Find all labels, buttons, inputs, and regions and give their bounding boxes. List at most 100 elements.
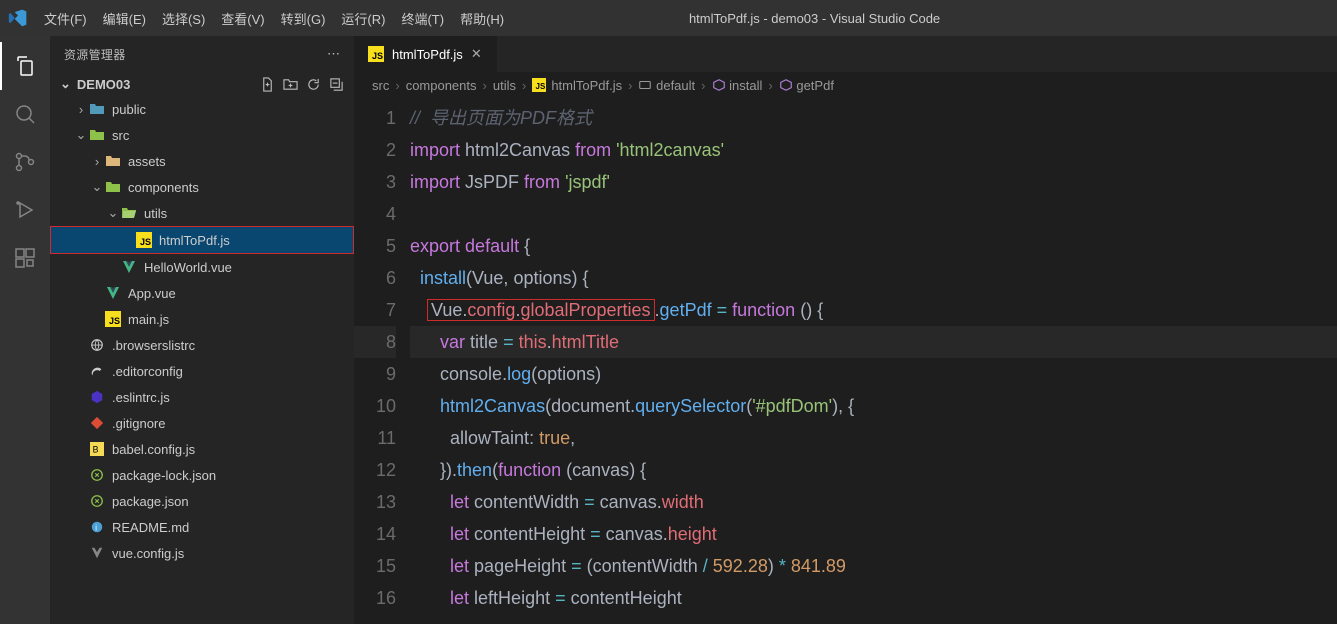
tree-item[interactable]: ⌄components <box>50 174 354 200</box>
file-icon <box>88 546 106 560</box>
breadcrumb-item[interactable]: default <box>656 78 695 93</box>
code-line[interactable]: html2Canvas(document.querySelector('#pdf… <box>410 390 1337 422</box>
code-line[interactable]: export default { <box>410 230 1337 262</box>
breadcrumb-item[interactable]: utils <box>493 78 516 93</box>
editor-tab-active[interactable]: JS htmlToPdf.js ✕ <box>354 36 497 72</box>
code-line[interactable]: var title = this.htmlTitle <box>410 326 1337 358</box>
code-line[interactable]: let contentWidth = canvas.width <box>410 486 1337 518</box>
code-line[interactable]: allowTaint: true, <box>410 422 1337 454</box>
svg-text:B: B <box>93 445 99 455</box>
close-icon[interactable]: ✕ <box>471 46 482 62</box>
tree-item[interactable]: ⌄utils <box>50 200 354 226</box>
tree-item-selected[interactable]: JShtmlToPdf.js <box>50 226 354 254</box>
new-folder-icon[interactable] <box>283 77 298 92</box>
breadcrumb-item[interactable]: install <box>729 78 762 93</box>
spacer <box>74 494 88 509</box>
file-icon <box>88 127 106 143</box>
menu-edit[interactable]: 编辑(E) <box>95 3 154 34</box>
run-debug-icon[interactable] <box>0 186 50 234</box>
code-line[interactable]: install(Vue, options) { <box>410 262 1337 294</box>
breadcrumb-item[interactable]: components <box>406 78 477 93</box>
tree-item[interactable]: .eslintrc.js <box>50 384 354 410</box>
tree-item-label: HelloWorld.vue <box>144 260 232 275</box>
extensions-icon[interactable] <box>0 234 50 282</box>
spacer <box>90 312 104 327</box>
tree-item[interactable]: package.json <box>50 488 354 514</box>
menu-view[interactable]: 查看(V) <box>213 3 272 34</box>
line-number: 6 <box>354 262 396 294</box>
breadcrumb-item[interactable]: src <box>372 78 389 93</box>
menu-selection[interactable]: 选择(S) <box>154 3 213 34</box>
tree-item[interactable]: JSmain.js <box>50 306 354 332</box>
tree-item[interactable]: iREADME.md <box>50 514 354 540</box>
breadcrumbs[interactable]: src› components› utils› JShtmlToPdf.js› … <box>354 72 1337 98</box>
code-line[interactable]: let leftHeight = contentHeight <box>410 582 1337 614</box>
tree-item[interactable]: ›public <box>50 96 354 122</box>
menu-goto[interactable]: 转到(G) <box>273 3 334 34</box>
menu-file[interactable]: 文件(F) <box>36 3 95 34</box>
tree-item[interactable]: package-lock.json <box>50 462 354 488</box>
collapse-all-icon[interactable] <box>329 77 344 92</box>
tree-item-label: .editorconfig <box>112 364 183 379</box>
code-editor[interactable]: 12345678910111213141516 // 导出页面为PDF格式imp… <box>354 98 1337 624</box>
menu-terminal[interactable]: 终端(T) <box>393 3 452 34</box>
tree-item[interactable]: .browserslistrc <box>50 332 354 358</box>
code-line[interactable]: import JsPDF from 'jspdf' <box>410 166 1337 198</box>
code-line[interactable] <box>410 198 1337 230</box>
file-icon <box>104 153 122 169</box>
code-line[interactable]: // 导出页面为PDF格式 <box>410 102 1337 134</box>
tree-item[interactable]: HelloWorld.vue <box>50 254 354 280</box>
menu-help[interactable]: 帮助(H) <box>452 3 512 34</box>
code-line[interactable]: import html2Canvas from 'html2canvas' <box>410 134 1337 166</box>
js-file-icon: JS <box>532 78 546 92</box>
tab-label: htmlToPdf.js <box>392 47 463 62</box>
code-line[interactable]: console.log(options) <box>410 358 1337 390</box>
search-icon[interactable] <box>0 90 50 138</box>
tree-item[interactable]: vue.config.js <box>50 540 354 566</box>
spacer <box>74 468 88 483</box>
file-icon <box>104 179 122 195</box>
tree-item[interactable]: ›assets <box>50 148 354 174</box>
tree-item-label: package-lock.json <box>112 468 216 483</box>
tree-item-label: assets <box>128 154 166 169</box>
line-number: 3 <box>354 166 396 198</box>
file-icon <box>88 364 106 378</box>
code-line[interactable]: Vue.config.globalProperties.getPdf = fun… <box>410 294 1337 326</box>
explorer-section-header[interactable]: ⌄ DEMO03 <box>50 72 354 96</box>
file-icon <box>88 338 106 352</box>
file-icon: i <box>88 520 106 534</box>
file-icon <box>120 205 138 221</box>
menu-run[interactable]: 运行(R) <box>333 3 393 34</box>
tree-item[interactable]: App.vue <box>50 280 354 306</box>
tree-item[interactable]: ⌄src <box>50 122 354 148</box>
code-content[interactable]: // 导出页面为PDF格式import html2Canvas from 'ht… <box>410 98 1337 624</box>
file-icon <box>120 259 138 275</box>
spacer <box>106 260 120 275</box>
line-number: 8 <box>354 326 396 358</box>
tree-item[interactable]: .editorconfig <box>50 358 354 384</box>
spacer <box>74 390 88 405</box>
tree-item-label: babel.config.js <box>112 442 195 457</box>
line-number: 5 <box>354 230 396 262</box>
code-line[interactable]: let pageHeight = (contentWidth / 592.28)… <box>410 550 1337 582</box>
editor-tabs: JS htmlToPdf.js ✕ <box>354 36 1337 72</box>
source-control-icon[interactable] <box>0 138 50 186</box>
chevron-down-icon: ⌄ <box>90 179 104 195</box>
tree-item[interactable]: Bbabel.config.js <box>50 436 354 462</box>
spacer <box>74 338 88 353</box>
tree-item[interactable]: .gitignore <box>50 410 354 436</box>
code-line[interactable]: let contentHeight = canvas.height <box>410 518 1337 550</box>
new-file-icon[interactable] <box>260 77 275 92</box>
explorer-icon[interactable] <box>0 42 50 90</box>
breadcrumb-item[interactable]: getPdf <box>796 78 834 93</box>
breadcrumb-item[interactable]: htmlToPdf.js <box>551 78 622 93</box>
line-number: 1 <box>354 102 396 134</box>
refresh-icon[interactable] <box>306 77 321 92</box>
file-icon: JS <box>104 311 122 327</box>
sidebar-more-icon[interactable]: ⋯ <box>327 46 340 62</box>
activity-bar <box>0 36 50 624</box>
code-line[interactable]: }).then(function (canvas) { <box>410 454 1337 486</box>
tree-item-label: htmlToPdf.js <box>159 233 230 248</box>
spacer <box>74 546 88 561</box>
title-bar: 文件(F) 编辑(E) 选择(S) 查看(V) 转到(G) 运行(R) 终端(T… <box>0 0 1337 36</box>
